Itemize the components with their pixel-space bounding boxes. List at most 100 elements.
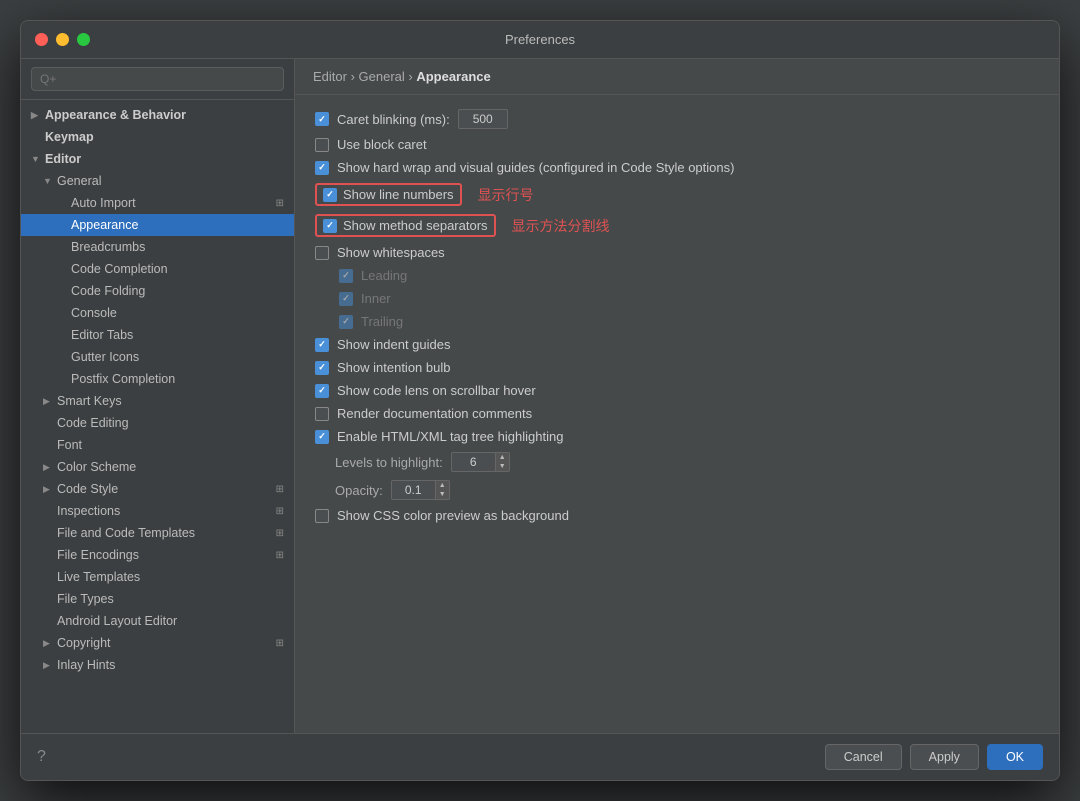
breadcrumb-path: Editor › General › bbox=[313, 69, 416, 84]
code-lens-row: Show code lens on scrollbar hover bbox=[315, 383, 1039, 398]
sidebar-item-smart-keys[interactable]: ▶ Smart Keys bbox=[21, 390, 294, 412]
sidebar-item-file-types[interactable]: File Types bbox=[21, 588, 294, 610]
sidebar-item-general[interactable]: ▼ General bbox=[21, 170, 294, 192]
leading-checkbox[interactable] bbox=[339, 269, 353, 283]
indent-guides-checkbox[interactable] bbox=[315, 338, 329, 352]
sidebar-item-gutter-icons[interactable]: Gutter Icons bbox=[21, 346, 294, 368]
sidebar-item-label: Appearance bbox=[71, 218, 138, 232]
breadcrumb: Editor › General › Appearance bbox=[295, 59, 1059, 95]
sidebar-item-live-templates[interactable]: Live Templates bbox=[21, 566, 294, 588]
css-color-preview-checkbox[interactable] bbox=[315, 509, 329, 523]
sidebar-item-editor[interactable]: ▼ Editor bbox=[21, 148, 294, 170]
render-doc-checkbox[interactable] bbox=[315, 407, 329, 421]
sidebar: ▶ Appearance & Behavior Keymap ▼ Editor … bbox=[21, 59, 295, 733]
code-lens-label: Show code lens on scrollbar hover bbox=[337, 383, 536, 398]
method-separators-label: Show method separators bbox=[343, 218, 488, 233]
sidebar-item-auto-import[interactable]: Auto Import ⊞ bbox=[21, 192, 294, 214]
sidebar-item-label: File Types bbox=[57, 592, 114, 606]
chevron-icon: ▶ bbox=[31, 110, 41, 121]
apply-button[interactable]: Apply bbox=[910, 744, 979, 770]
line-numbers-highlighted: Show line numbers bbox=[315, 183, 462, 206]
sidebar-item-appearance[interactable]: Appearance bbox=[21, 214, 294, 236]
breadcrumb-current: Appearance bbox=[416, 69, 490, 84]
html-highlight-checkbox[interactable] bbox=[315, 430, 329, 444]
block-caret-checkbox[interactable] bbox=[315, 138, 329, 152]
close-button[interactable] bbox=[35, 33, 48, 46]
ok-button[interactable]: OK bbox=[987, 744, 1043, 770]
opacity-down-button[interactable]: ▼ bbox=[436, 490, 449, 499]
copy-icon: ⊞ bbox=[276, 198, 284, 209]
css-color-preview-label: Show CSS color preview as background bbox=[337, 508, 569, 523]
opacity-up-button[interactable]: ▲ bbox=[436, 481, 449, 490]
method-separators-checkbox[interactable] bbox=[323, 219, 337, 233]
spacer bbox=[43, 616, 53, 626]
sidebar-item-copyright[interactable]: ▶ Copyright ⊞ bbox=[21, 632, 294, 654]
sidebar-item-label: Code Editing bbox=[57, 416, 129, 430]
levels-up-button[interactable]: ▲ bbox=[496, 453, 509, 462]
sidebar-item-appearance-behavior[interactable]: ▶ Appearance & Behavior bbox=[21, 104, 294, 126]
line-numbers-label: Show line numbers bbox=[343, 187, 454, 202]
line-numbers-annotation: 显示行号 bbox=[478, 185, 534, 205]
sidebar-item-label: Inlay Hints bbox=[57, 658, 115, 672]
inner-checkbox[interactable] bbox=[339, 292, 353, 306]
sidebar-item-android-layout[interactable]: Android Layout Editor bbox=[21, 610, 294, 632]
sidebar-item-console[interactable]: Console bbox=[21, 302, 294, 324]
whitespaces-checkbox[interactable] bbox=[315, 246, 329, 260]
sidebar-item-code-editing[interactable]: Code Editing bbox=[21, 412, 294, 434]
sidebar-item-code-completion[interactable]: Code Completion bbox=[21, 258, 294, 280]
leading-row: Leading bbox=[315, 268, 1039, 283]
search-input[interactable] bbox=[31, 67, 284, 91]
spacer bbox=[57, 286, 67, 296]
sidebar-item-font[interactable]: Font bbox=[21, 434, 294, 456]
sidebar-item-color-scheme[interactable]: ▶ Color Scheme bbox=[21, 456, 294, 478]
line-numbers-checkbox[interactable] bbox=[323, 188, 337, 202]
sidebar-item-file-code-templates[interactable]: File and Code Templates ⊞ bbox=[21, 522, 294, 544]
sidebar-item-label: Code Completion bbox=[71, 262, 168, 276]
maximize-button[interactable] bbox=[77, 33, 90, 46]
sidebar-item-label: Color Scheme bbox=[57, 460, 136, 474]
css-color-preview-row: Show CSS color preview as background bbox=[315, 508, 1039, 523]
indent-guides-label: Show indent guides bbox=[337, 337, 450, 352]
minimize-button[interactable] bbox=[56, 33, 69, 46]
sidebar-item-code-folding[interactable]: Code Folding bbox=[21, 280, 294, 302]
sidebar-item-postfix-completion[interactable]: Postfix Completion bbox=[21, 368, 294, 390]
sidebar-item-label: Live Templates bbox=[57, 570, 140, 584]
sidebar-item-breadcrumbs[interactable]: Breadcrumbs bbox=[21, 236, 294, 258]
levels-spinner: ▲ ▼ bbox=[451, 452, 510, 472]
levels-input[interactable] bbox=[451, 452, 496, 472]
spacer bbox=[57, 330, 67, 340]
sidebar-item-inlay-hints[interactable]: ▶ Inlay Hints bbox=[21, 654, 294, 676]
sidebar-item-label: Smart Keys bbox=[57, 394, 122, 408]
hard-wrap-row: Show hard wrap and visual guides (config… bbox=[315, 160, 1039, 175]
dialog-title: Preferences bbox=[505, 32, 575, 47]
caret-blinking-input[interactable] bbox=[458, 109, 508, 129]
sidebar-item-editor-tabs[interactable]: Editor Tabs bbox=[21, 324, 294, 346]
sidebar-item-label: Editor bbox=[45, 152, 81, 166]
sidebar-item-inspections[interactable]: Inspections ⊞ bbox=[21, 500, 294, 522]
html-highlight-label: Enable HTML/XML tag tree highlighting bbox=[337, 429, 563, 444]
code-lens-checkbox[interactable] bbox=[315, 384, 329, 398]
render-doc-row: Render documentation comments bbox=[315, 406, 1039, 421]
sidebar-item-label: Auto Import bbox=[71, 196, 136, 210]
spacer bbox=[43, 506, 53, 516]
method-separators-annotation: 显示方法分割线 bbox=[512, 216, 610, 236]
copy-icon: ⊞ bbox=[276, 638, 284, 649]
sidebar-item-code-style[interactable]: ▶ Code Style ⊞ bbox=[21, 478, 294, 500]
intention-bulb-row: Show intention bulb bbox=[315, 360, 1039, 375]
bottom-bar: ? Cancel Apply OK bbox=[21, 733, 1059, 780]
opacity-input[interactable] bbox=[391, 480, 436, 500]
hard-wrap-checkbox[interactable] bbox=[315, 161, 329, 175]
levels-down-button[interactable]: ▼ bbox=[496, 462, 509, 471]
trailing-checkbox[interactable] bbox=[339, 315, 353, 329]
spacer bbox=[57, 242, 67, 252]
chevron-icon: ▼ bbox=[43, 176, 53, 186]
whitespaces-row: Show whitespaces bbox=[315, 245, 1039, 260]
caret-blinking-checkbox[interactable] bbox=[315, 112, 329, 126]
sidebar-item-file-encodings[interactable]: File Encodings ⊞ bbox=[21, 544, 294, 566]
trailing-row: Trailing bbox=[315, 314, 1039, 329]
sidebar-item-label: Appearance & Behavior bbox=[45, 108, 186, 122]
cancel-button[interactable]: Cancel bbox=[825, 744, 902, 770]
help-button[interactable]: ? bbox=[37, 748, 46, 766]
sidebar-item-keymap[interactable]: Keymap bbox=[21, 126, 294, 148]
intention-bulb-checkbox[interactable] bbox=[315, 361, 329, 375]
